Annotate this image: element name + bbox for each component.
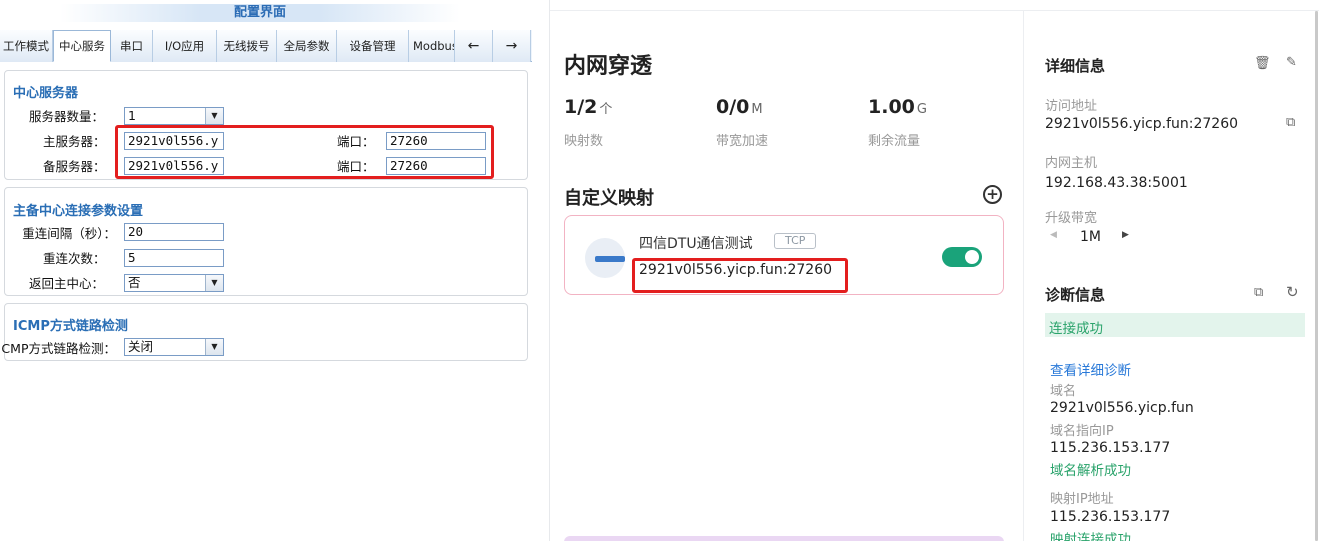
- server-count-label: 服务器数量：: [29, 109, 105, 124]
- connection-status: 连接成功: [1049, 321, 1103, 337]
- tab-io[interactable]: I/O应用: [153, 30, 217, 62]
- stat-label: 映射数: [564, 134, 604, 149]
- chevron-down-icon: ▼: [205, 275, 223, 291]
- tunnel-app: 内网穿透 1/2 个 映射数 0/0 M 带宽加速 1.00 G 剩余流量 自定义映射…: [549, 0, 1319, 541]
- protocol-badge: TCP: [774, 233, 817, 249]
- stat-label: 带宽加速: [716, 134, 769, 149]
- inner-host-value: 192.168.43.38:5001: [1045, 175, 1188, 191]
- domain-resolve-status: 域名解析成功: [1050, 463, 1131, 479]
- tab-global-params[interactable]: 全局参数: [277, 30, 337, 62]
- tab-next-arrow-icon[interactable]: →: [493, 30, 531, 62]
- reconnect-interval-input[interactable]: 20: [124, 223, 224, 241]
- tab-prev-arrow-icon[interactable]: ←: [455, 30, 493, 62]
- server-count-value: 1: [128, 108, 136, 123]
- highlight-box: [115, 125, 494, 179]
- icmp-detect-label: ICMP方式链路检测：: [1, 341, 116, 356]
- map-ip-label: 映射IP地址: [1050, 492, 1114, 507]
- center-server-title: 中心服务器: [13, 86, 79, 101]
- diag-title: 诊断信息: [1045, 286, 1106, 304]
- chevron-down-icon: ▼: [205, 108, 223, 124]
- access-address-label: 访问地址: [1045, 99, 1098, 114]
- map-ip-value: 115.236.153.177: [1050, 509, 1171, 525]
- mapping-toggle[interactable]: [942, 247, 982, 267]
- stat-label: 剩余流量: [868, 134, 921, 149]
- stat-value: 1/2: [564, 96, 598, 118]
- return-main-label: 返回主中心：: [29, 276, 105, 291]
- mapping-name: 四信DTU通信测试: [639, 236, 753, 252]
- edit-icon[interactable]: ✎: [1286, 55, 1297, 70]
- stat-value: 1.00: [868, 96, 915, 118]
- stat-mappings: 1/2 个 映射数: [564, 96, 613, 149]
- tab-serial[interactable]: 串口: [111, 30, 153, 62]
- server-count-select[interactable]: 1 ▼: [124, 107, 224, 125]
- stat-value: 0/0: [716, 96, 750, 118]
- icmp-title: ICMP方式链路检测: [13, 319, 128, 334]
- stat-unit: G: [916, 102, 927, 117]
- domain-ip-label: 域名指向IP: [1050, 424, 1114, 439]
- icmp-group: ICMP方式链路检测 ICMP方式链路检测： 关闭 ▼: [1, 303, 528, 361]
- copy-icon[interactable]: ⧉: [1286, 115, 1295, 130]
- main-server-label: 主服务器：: [43, 134, 106, 149]
- icmp-detect-select[interactable]: 关闭 ▼: [124, 338, 224, 356]
- access-address-value: 2921v0l556.yicp.fun:27260: [1045, 116, 1239, 132]
- config-title: 配置界面: [60, 4, 460, 22]
- page-title: 内网穿透: [564, 54, 653, 79]
- stat-unit: M: [751, 102, 763, 117]
- domain-label: 域名: [1050, 384, 1077, 399]
- inner-host-label: 内网主机: [1045, 156, 1098, 171]
- return-main-value: 否: [128, 275, 141, 290]
- conn-params-group: 主备中心连接参数设置 重连间隔（秒）： 20 重连次数： 5 返回主中心： 否 …: [4, 187, 528, 296]
- reconnect-count-input[interactable]: 5: [124, 249, 224, 267]
- copy-icon[interactable]: ⧉: [1254, 285, 1263, 300]
- tab-device-manage[interactable]: 设备管理: [337, 30, 409, 62]
- tab-center-service[interactable]: 中心服务: [53, 30, 111, 62]
- config-tabbar: 工作模式 中心服务 串口 I/O应用 无线拨号 全局参数 设备管理 Modbus…: [0, 30, 532, 62]
- stat-unit: 个: [599, 102, 613, 117]
- highlight-box: [632, 258, 848, 293]
- tab-work-mode[interactable]: 工作模式: [0, 30, 53, 62]
- add-mapping-icon[interactable]: +: [983, 185, 1002, 204]
- reconnect-interval-label: 重连间隔（秒）：: [22, 226, 116, 241]
- bandwidth-increase-icon[interactable]: ▶: [1122, 230, 1129, 240]
- config-panel: 配置界面 工作模式 中心服务 串口 I/O应用 无线拨号 全局参数 设备管理 M…: [0, 0, 532, 541]
- backup-server-label: 备服务器：: [43, 159, 106, 174]
- trash-icon[interactable]: 🗑: [1254, 56, 1271, 71]
- domain-value: 2921v0l556.yicp.fun: [1050, 400, 1194, 416]
- bandwidth-value: 1M: [1080, 229, 1101, 245]
- tab-wireless-dial[interactable]: 无线拨号: [217, 30, 277, 62]
- conn-params-title: 主备中心连接参数设置: [13, 204, 144, 219]
- icmp-detect-value: 关闭: [128, 339, 154, 354]
- stat-traffic: 1.00 G 剩余流量: [868, 96, 927, 149]
- stat-bandwidth: 0/0 M 带宽加速: [716, 96, 768, 149]
- upgrade-bandwidth-label: 升级带宽: [1045, 211, 1098, 226]
- refresh-icon[interactable]: ↻: [1286, 283, 1299, 301]
- custom-mapping-title: 自定义映射: [564, 188, 654, 209]
- view-diagnosis-link[interactable]: 查看详细诊断: [1050, 359, 1131, 379]
- detail-scrollbar[interactable]: [1315, 11, 1318, 541]
- mapping-logo-icon: [585, 238, 625, 278]
- screen: 配置界面 工作模式 中心服务 串口 I/O应用 无线拨号 全局参数 设备管理 M…: [0, 0, 1319, 541]
- connection-status-bar: 连接成功: [1045, 313, 1305, 337]
- reconnect-count-label: 重连次数：: [43, 251, 106, 266]
- tab-modbus[interactable]: Modbus: [409, 30, 455, 62]
- detail-panel: 详细信息 🗑 ✎ 访问地址 2921v0l556.yicp.fun:27260 …: [1023, 11, 1319, 541]
- chevron-down-icon: ▼: [205, 339, 223, 355]
- domain-ip-value: 115.236.153.177: [1050, 440, 1171, 456]
- bandwidth-decrease-icon[interactable]: ◀: [1050, 230, 1057, 240]
- return-main-select[interactable]: 否 ▼: [124, 274, 224, 292]
- next-card-edge: [564, 536, 1004, 541]
- detail-title: 详细信息: [1045, 57, 1106, 75]
- map-connect-status: 映射连接成功: [1050, 532, 1131, 541]
